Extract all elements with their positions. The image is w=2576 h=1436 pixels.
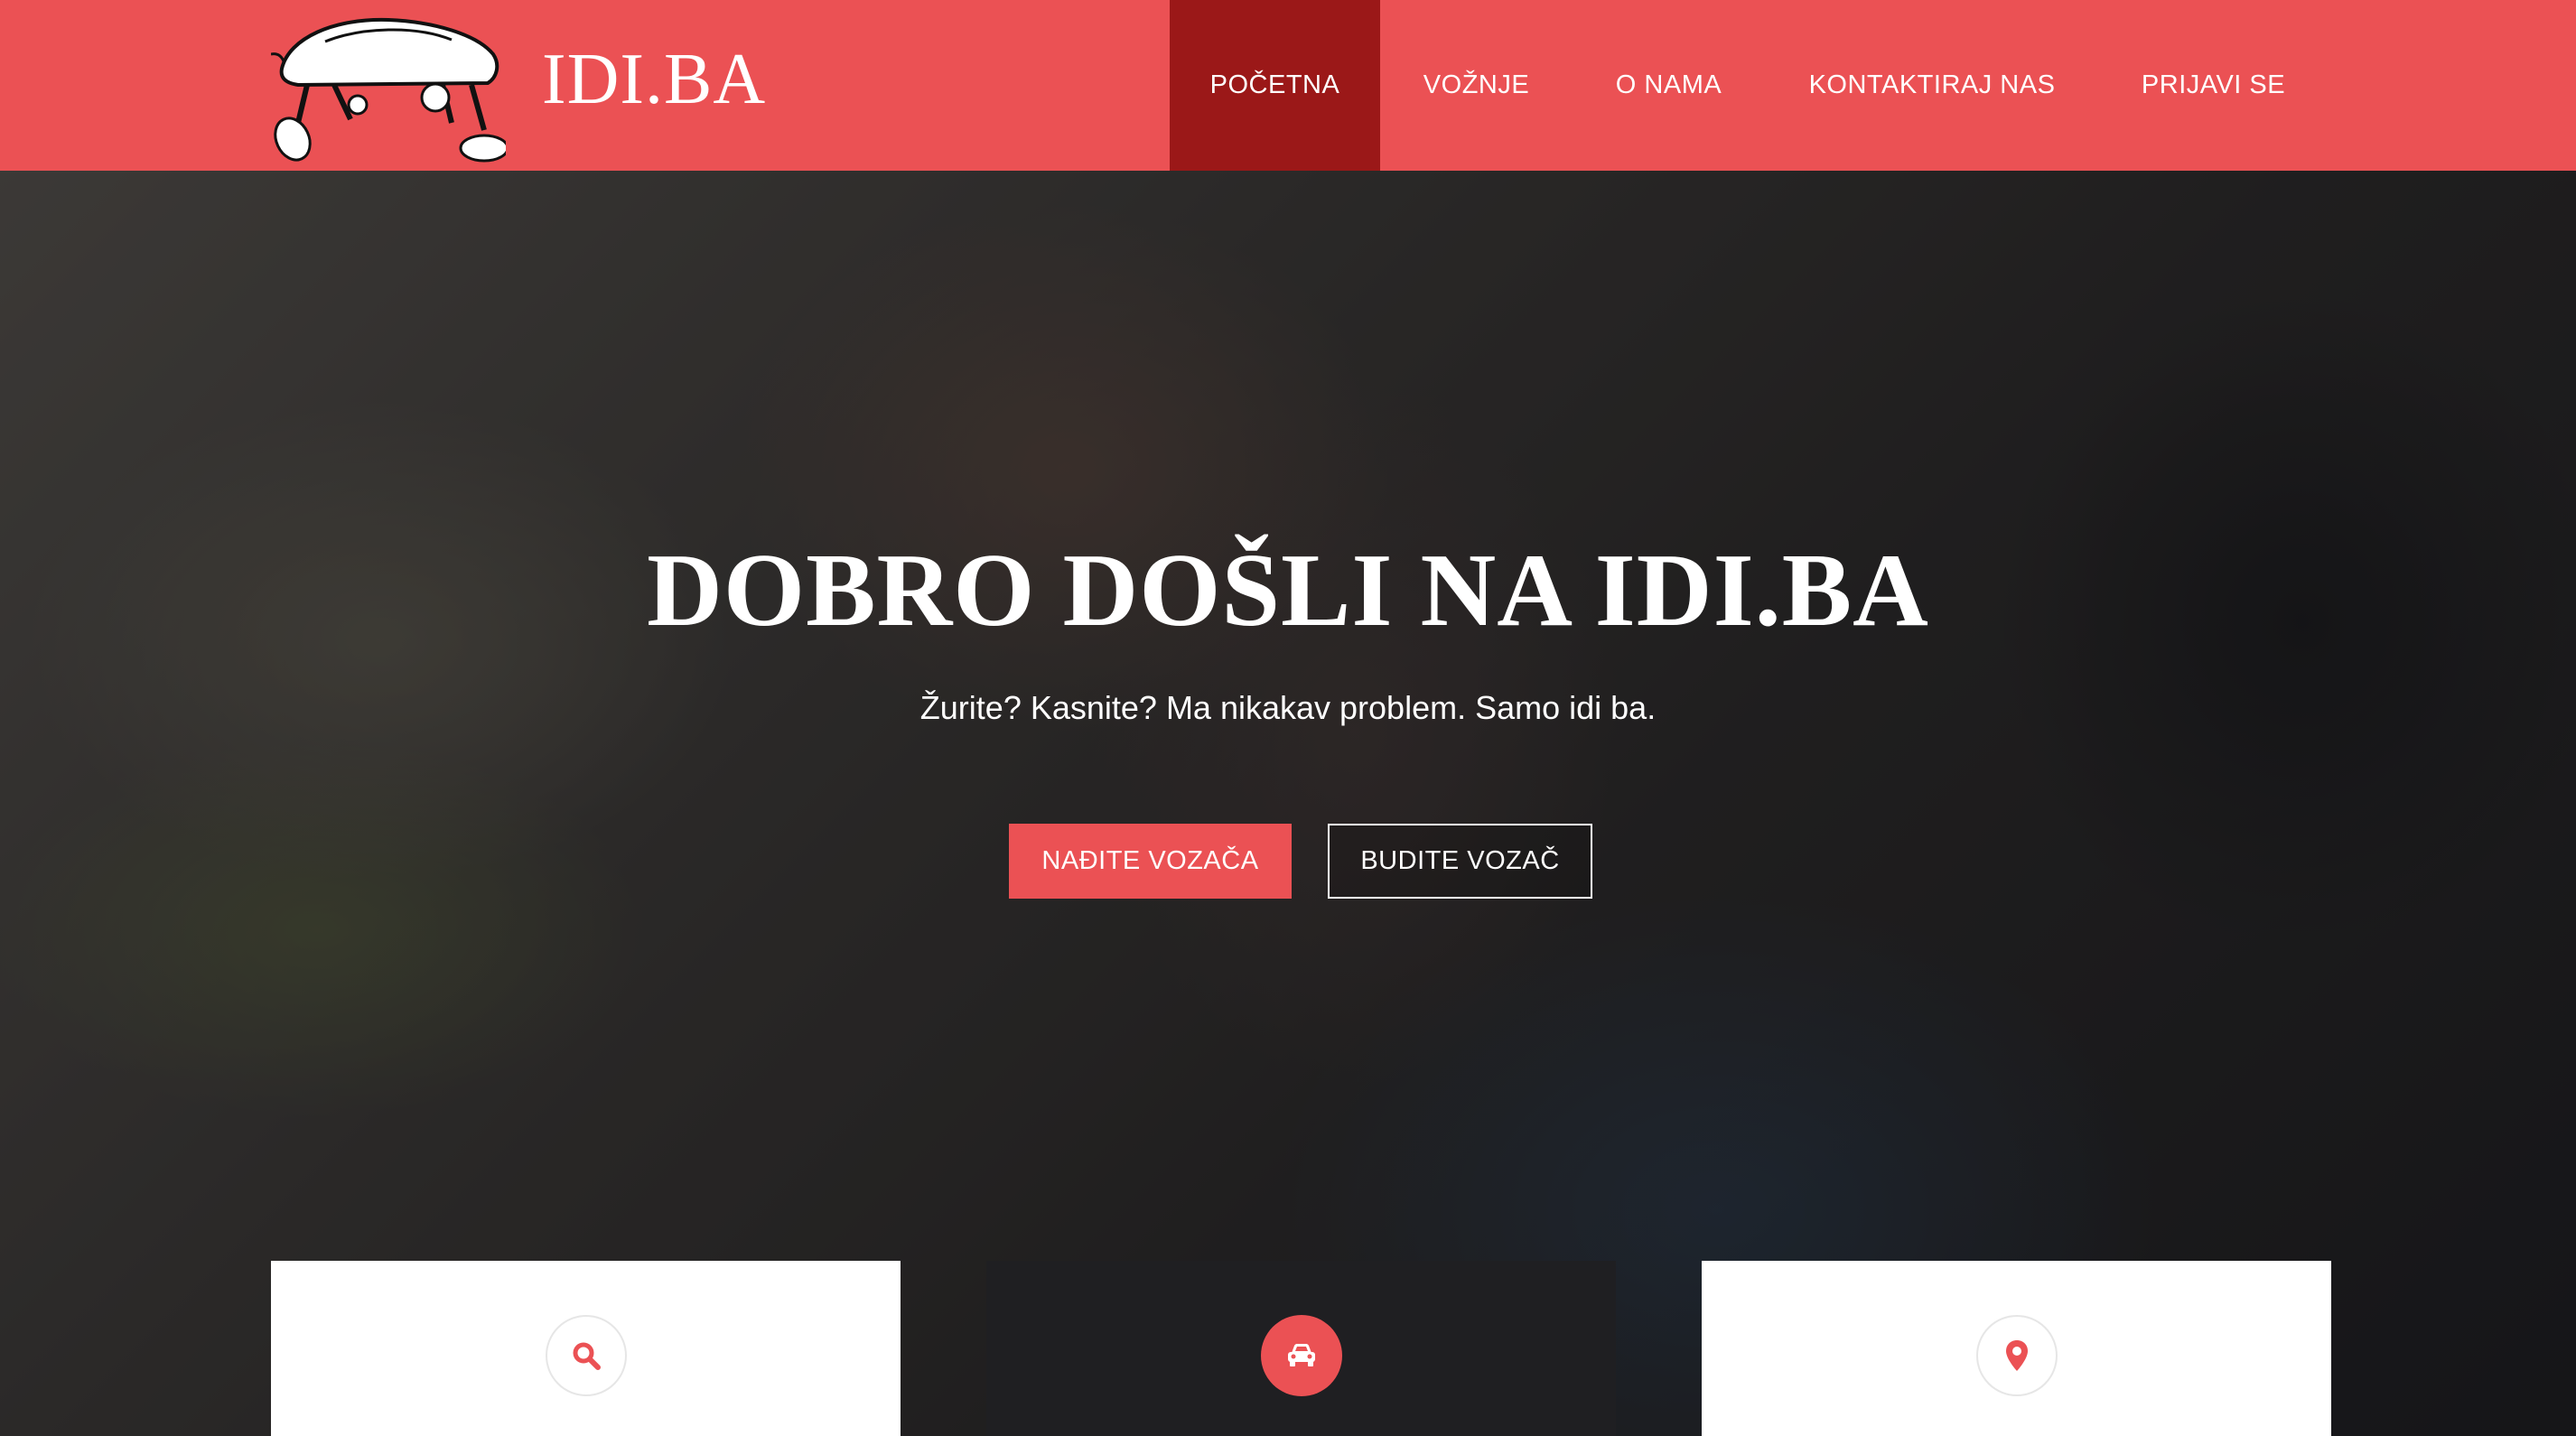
map-pin-icon-glyph	[2006, 1340, 2028, 1371]
feature-card-car[interactable]	[986, 1261, 1616, 1436]
hero-title: DOBRO DOŠLI NA IDI.BA	[647, 533, 1929, 648]
become-driver-button[interactable]: BUDITE VOZAČ	[1328, 824, 1592, 899]
nav-item-kontaktiraj-nas[interactable]: KONTAKTIRAJ NAS	[1765, 0, 2099, 171]
site-header: IDI.BA POČETNA VOŽNJE O NAMA KONTAKTIRAJ…	[0, 0, 2576, 171]
running-car-logo[interactable]	[270, 14, 509, 166]
feature-card-location[interactable]	[1702, 1261, 2331, 1436]
hero-section: DOBRO DOŠLI NA IDI.BA Žurite? Kasnite? M…	[0, 171, 2576, 1436]
map-pin-icon[interactable]	[1976, 1315, 2058, 1396]
running-car-logo-graphic	[270, 17, 509, 163]
car-icon[interactable]	[1261, 1315, 1342, 1396]
search-icon-glyph	[573, 1342, 601, 1370]
find-driver-button[interactable]: NAĐITE VOZAČA	[1009, 824, 1292, 899]
nav-item-o-nama[interactable]: O NAMA	[1573, 0, 1765, 171]
nav-item-voznje[interactable]: VOŽNJE	[1380, 0, 1573, 171]
brand-name[interactable]: IDI.BA	[542, 34, 766, 125]
hero-subtitle: Žurite? Kasnite? Ma nikakav problem. Sam…	[919, 689, 1657, 726]
car-icon-glyph	[1288, 1344, 1315, 1366]
nav-item-pocetna[interactable]: POČETNA	[1170, 0, 1380, 171]
feature-card-search[interactable]	[271, 1261, 901, 1436]
hero-background-photo	[0, 171, 2576, 1436]
search-icon[interactable]	[546, 1315, 627, 1396]
nav-item-prijavi-se[interactable]: PRIJAVI SE	[2099, 0, 2328, 171]
